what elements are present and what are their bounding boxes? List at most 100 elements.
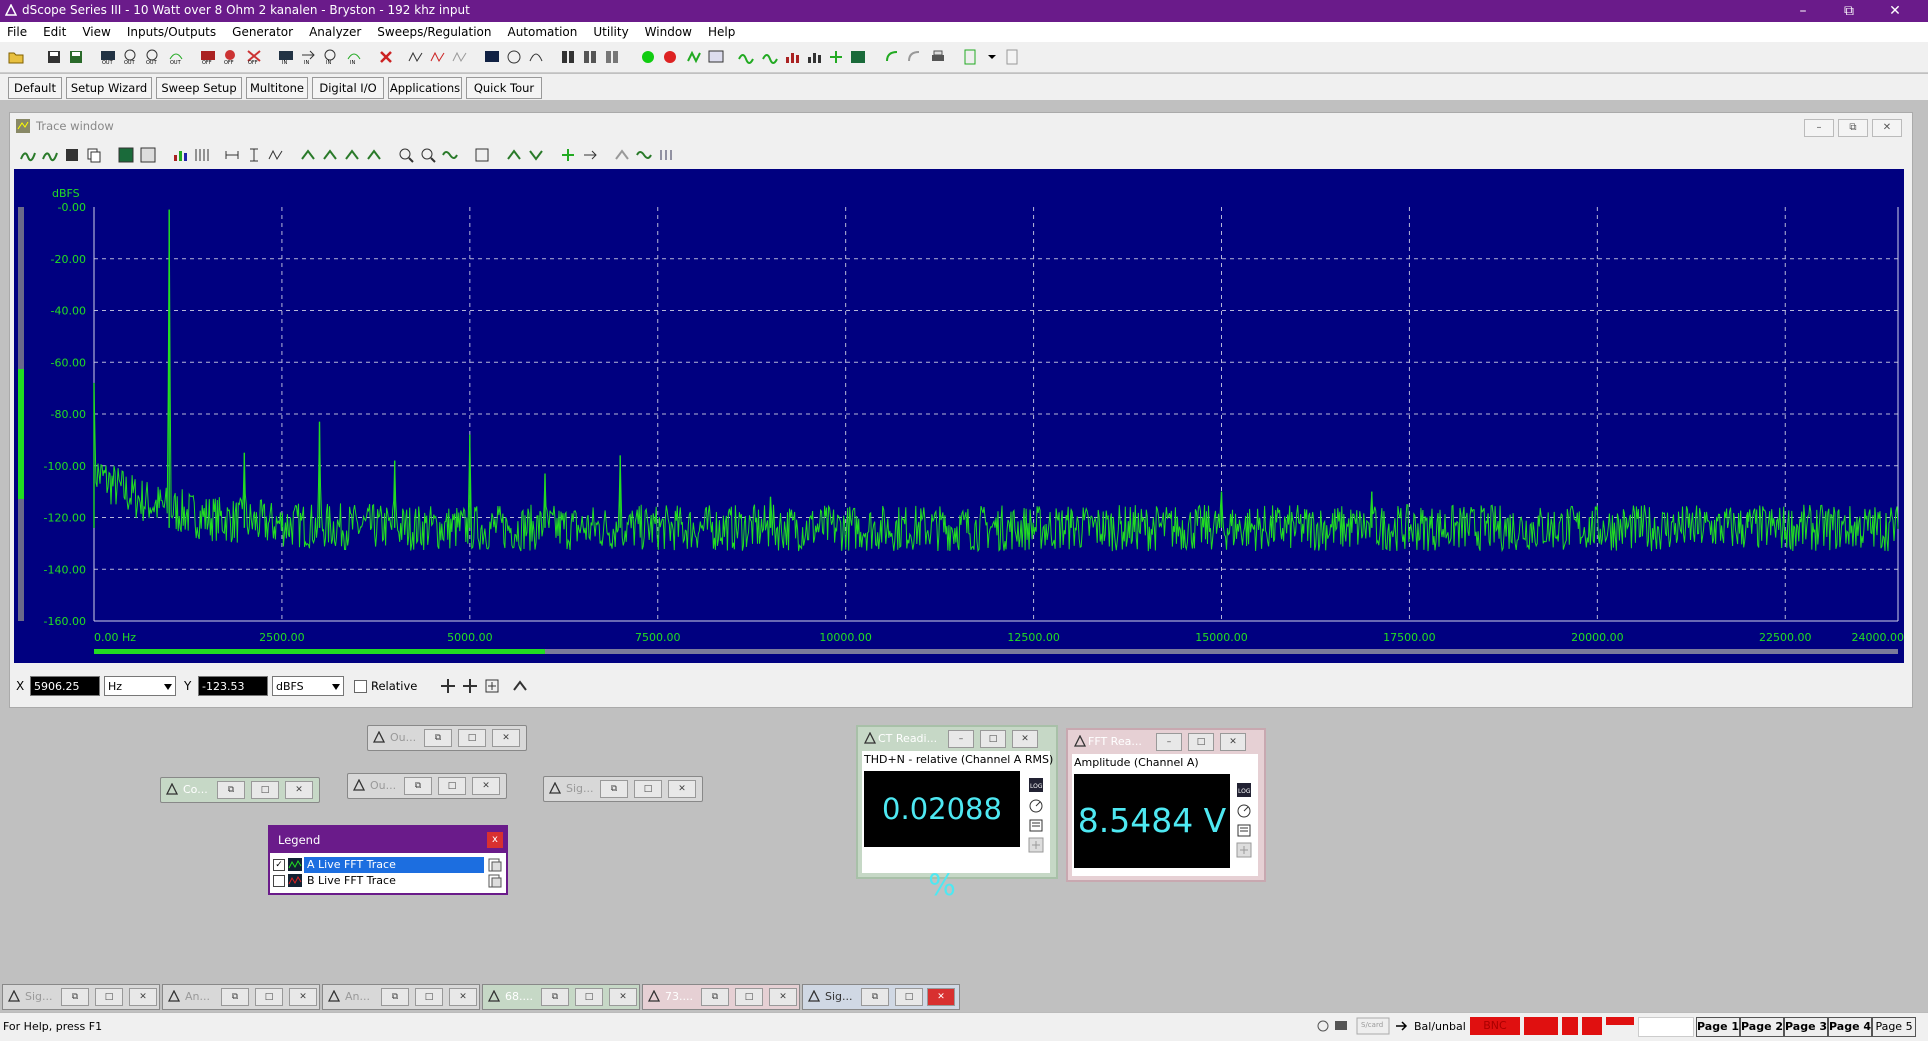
task-maximize-button[interactable]: □ <box>735 988 763 1006</box>
bars-icon[interactable] <box>784 49 800 65</box>
display-icon[interactable] <box>850 49 866 65</box>
mini-close-button[interactable]: ✕ <box>492 729 520 747</box>
task-close-button[interactable]: ✕ <box>449 988 477 1006</box>
regulate-b-icon[interactable] <box>906 49 922 65</box>
dropdown-arrow-icon[interactable] <box>984 49 1000 65</box>
document-icon[interactable] <box>1004 49 1020 65</box>
default-button[interactable]: Default <box>8 77 62 99</box>
green-dot-icon[interactable] <box>640 49 656 65</box>
script-icon[interactable] <box>962 49 978 65</box>
zoom-y-icon[interactable] <box>246 147 262 163</box>
marker-icon[interactable] <box>506 147 522 163</box>
bars-b-icon[interactable] <box>806 49 822 65</box>
add-marker-icon[interactable] <box>560 147 576 163</box>
scope-a-icon[interactable] <box>484 49 500 65</box>
zoom-in-icon[interactable] <box>398 147 414 163</box>
table-view-icon[interactable] <box>140 147 156 163</box>
trace-add-icon[interactable] <box>20 147 36 163</box>
relative-checkbox[interactable] <box>354 680 367 693</box>
mini-restore-button[interactable]: ⧉ <box>424 729 452 747</box>
trace-copy-icon[interactable] <box>86 147 102 163</box>
input-a-icon[interactable]: IN <box>278 49 294 65</box>
applications-button[interactable]: Applications <box>388 77 462 99</box>
mini-close-button[interactable]: ✕ <box>285 781 313 799</box>
scope-b-icon[interactable] <box>506 49 522 65</box>
options-icon[interactable] <box>658 147 674 163</box>
cursor-track-icon[interactable] <box>512 678 528 694</box>
restore-button[interactable]: ⧉ <box>1826 0 1872 22</box>
plus-trace-icon[interactable] <box>828 49 844 65</box>
mini-maximize-button[interactable]: □ <box>634 780 662 798</box>
task-restore-button[interactable]: ⧉ <box>221 988 249 1006</box>
reading-settings-icon[interactable] <box>1028 817 1044 833</box>
mini-close-button[interactable]: ✕ <box>472 777 500 795</box>
cursor-y-unit-select[interactable]: dBFS <box>272 676 344 696</box>
trace-close-button[interactable]: ✕ <box>1872 119 1902 137</box>
off-c-icon[interactable]: OFF <box>246 49 262 65</box>
menu-view[interactable]: View <box>74 22 118 42</box>
ref-icon[interactable] <box>614 147 630 163</box>
fit-icon[interactable] <box>474 147 490 163</box>
task-restore-button[interactable]: ⧉ <box>381 988 409 1006</box>
task-maximize-button[interactable]: □ <box>575 988 603 1006</box>
save-all-icon[interactable] <box>68 49 84 65</box>
page-2-tab[interactable]: Page 2 <box>1740 1017 1784 1037</box>
fft-minimize-button[interactable]: – <box>1156 733 1182 751</box>
cursor-a-icon[interactable] <box>300 147 316 163</box>
expand-icon[interactable] <box>1236 842 1252 858</box>
smooth-icon[interactable] <box>636 147 652 163</box>
page-1-tab[interactable]: Page 1 <box>1696 1017 1740 1037</box>
meter-b-icon[interactable] <box>582 49 598 65</box>
legend-close-button[interactable]: x <box>487 832 503 848</box>
menu-generator[interactable]: Generator <box>224 22 301 42</box>
trace-minimize-button[interactable]: – <box>1804 119 1834 137</box>
cursor-x-input[interactable]: 5906.25 <box>30 676 100 696</box>
multitone-button[interactable]: Multitone <box>246 77 308 99</box>
mini-close-button[interactable]: ✕ <box>668 780 696 798</box>
trace-properties-icon[interactable] <box>488 874 502 888</box>
output-a-icon[interactable]: OUT <box>100 49 116 65</box>
output-d-icon[interactable]: OUT <box>168 49 184 65</box>
thd-close-button[interactable]: ✕ <box>1012 730 1038 748</box>
save-icon[interactable] <box>46 49 62 65</box>
task-maximize-button[interactable]: □ <box>95 988 123 1006</box>
menu-file[interactable]: File <box>0 22 35 42</box>
task-window-signal-1[interactable]: Sig... ⧉ □ ✕ <box>2 984 160 1010</box>
graph-view-icon[interactable] <box>118 147 134 163</box>
task-close-button[interactable]: ✕ <box>129 988 157 1006</box>
page-5-tab[interactable]: Page 5 <box>1872 1017 1916 1037</box>
legend-item-b[interactable]: B Live FFT Trace <box>270 873 506 889</box>
off-a-icon[interactable]: OFF <box>200 49 216 65</box>
sweep-b-icon[interactable] <box>430 49 446 65</box>
output-b-icon[interactable]: OUT <box>122 49 138 65</box>
task-close-button[interactable]: ✕ <box>609 988 637 1006</box>
task-restore-button[interactable]: ⧉ <box>701 988 729 1006</box>
fft-close-button[interactable]: ✕ <box>1220 733 1246 751</box>
trace-save-icon[interactable] <box>64 147 80 163</box>
sweep-a-icon[interactable] <box>408 49 424 65</box>
menu-edit[interactable]: Edit <box>35 22 74 42</box>
trace-overlay-icon[interactable] <box>42 147 58 163</box>
task-window-analyzer-1[interactable]: An... ⧉ □ ✕ <box>162 984 320 1010</box>
output-c-icon[interactable]: OUT <box>144 49 160 65</box>
menu-help[interactable]: Help <box>700 22 743 42</box>
mini-window-co[interactable]: Co... ⧉ □ ✕ <box>160 777 320 803</box>
legend-item-a[interactable]: ✓ A Live FFT Trace <box>270 857 506 873</box>
mini-restore-button[interactable]: ⧉ <box>217 781 245 799</box>
cursor-y-input[interactable]: -123.53 <box>198 676 268 696</box>
cursor-c-icon[interactable] <box>344 147 360 163</box>
mini-restore-button[interactable]: ⧉ <box>404 777 432 795</box>
trace-restore-button[interactable]: ⧉ <box>1838 119 1868 137</box>
task-close-button[interactable]: ✕ <box>769 988 797 1006</box>
trace-b-icon[interactable] <box>762 49 778 65</box>
expand-icon[interactable] <box>1028 837 1044 853</box>
task-close-button[interactable]: ✕ <box>289 988 317 1006</box>
fft-maximize-button[interactable]: □ <box>1188 733 1214 751</box>
task-window-68[interactable]: 68.... ⧉ □ ✕ <box>482 984 640 1010</box>
print-icon[interactable] <box>930 49 946 65</box>
cursor-peak-icon[interactable] <box>484 678 500 694</box>
zoom-x-icon[interactable] <box>224 147 240 163</box>
wave-icon[interactable] <box>442 147 458 163</box>
cursor-x-unit-select[interactable]: Hz <box>104 676 176 696</box>
monitor-icon[interactable] <box>708 49 724 65</box>
